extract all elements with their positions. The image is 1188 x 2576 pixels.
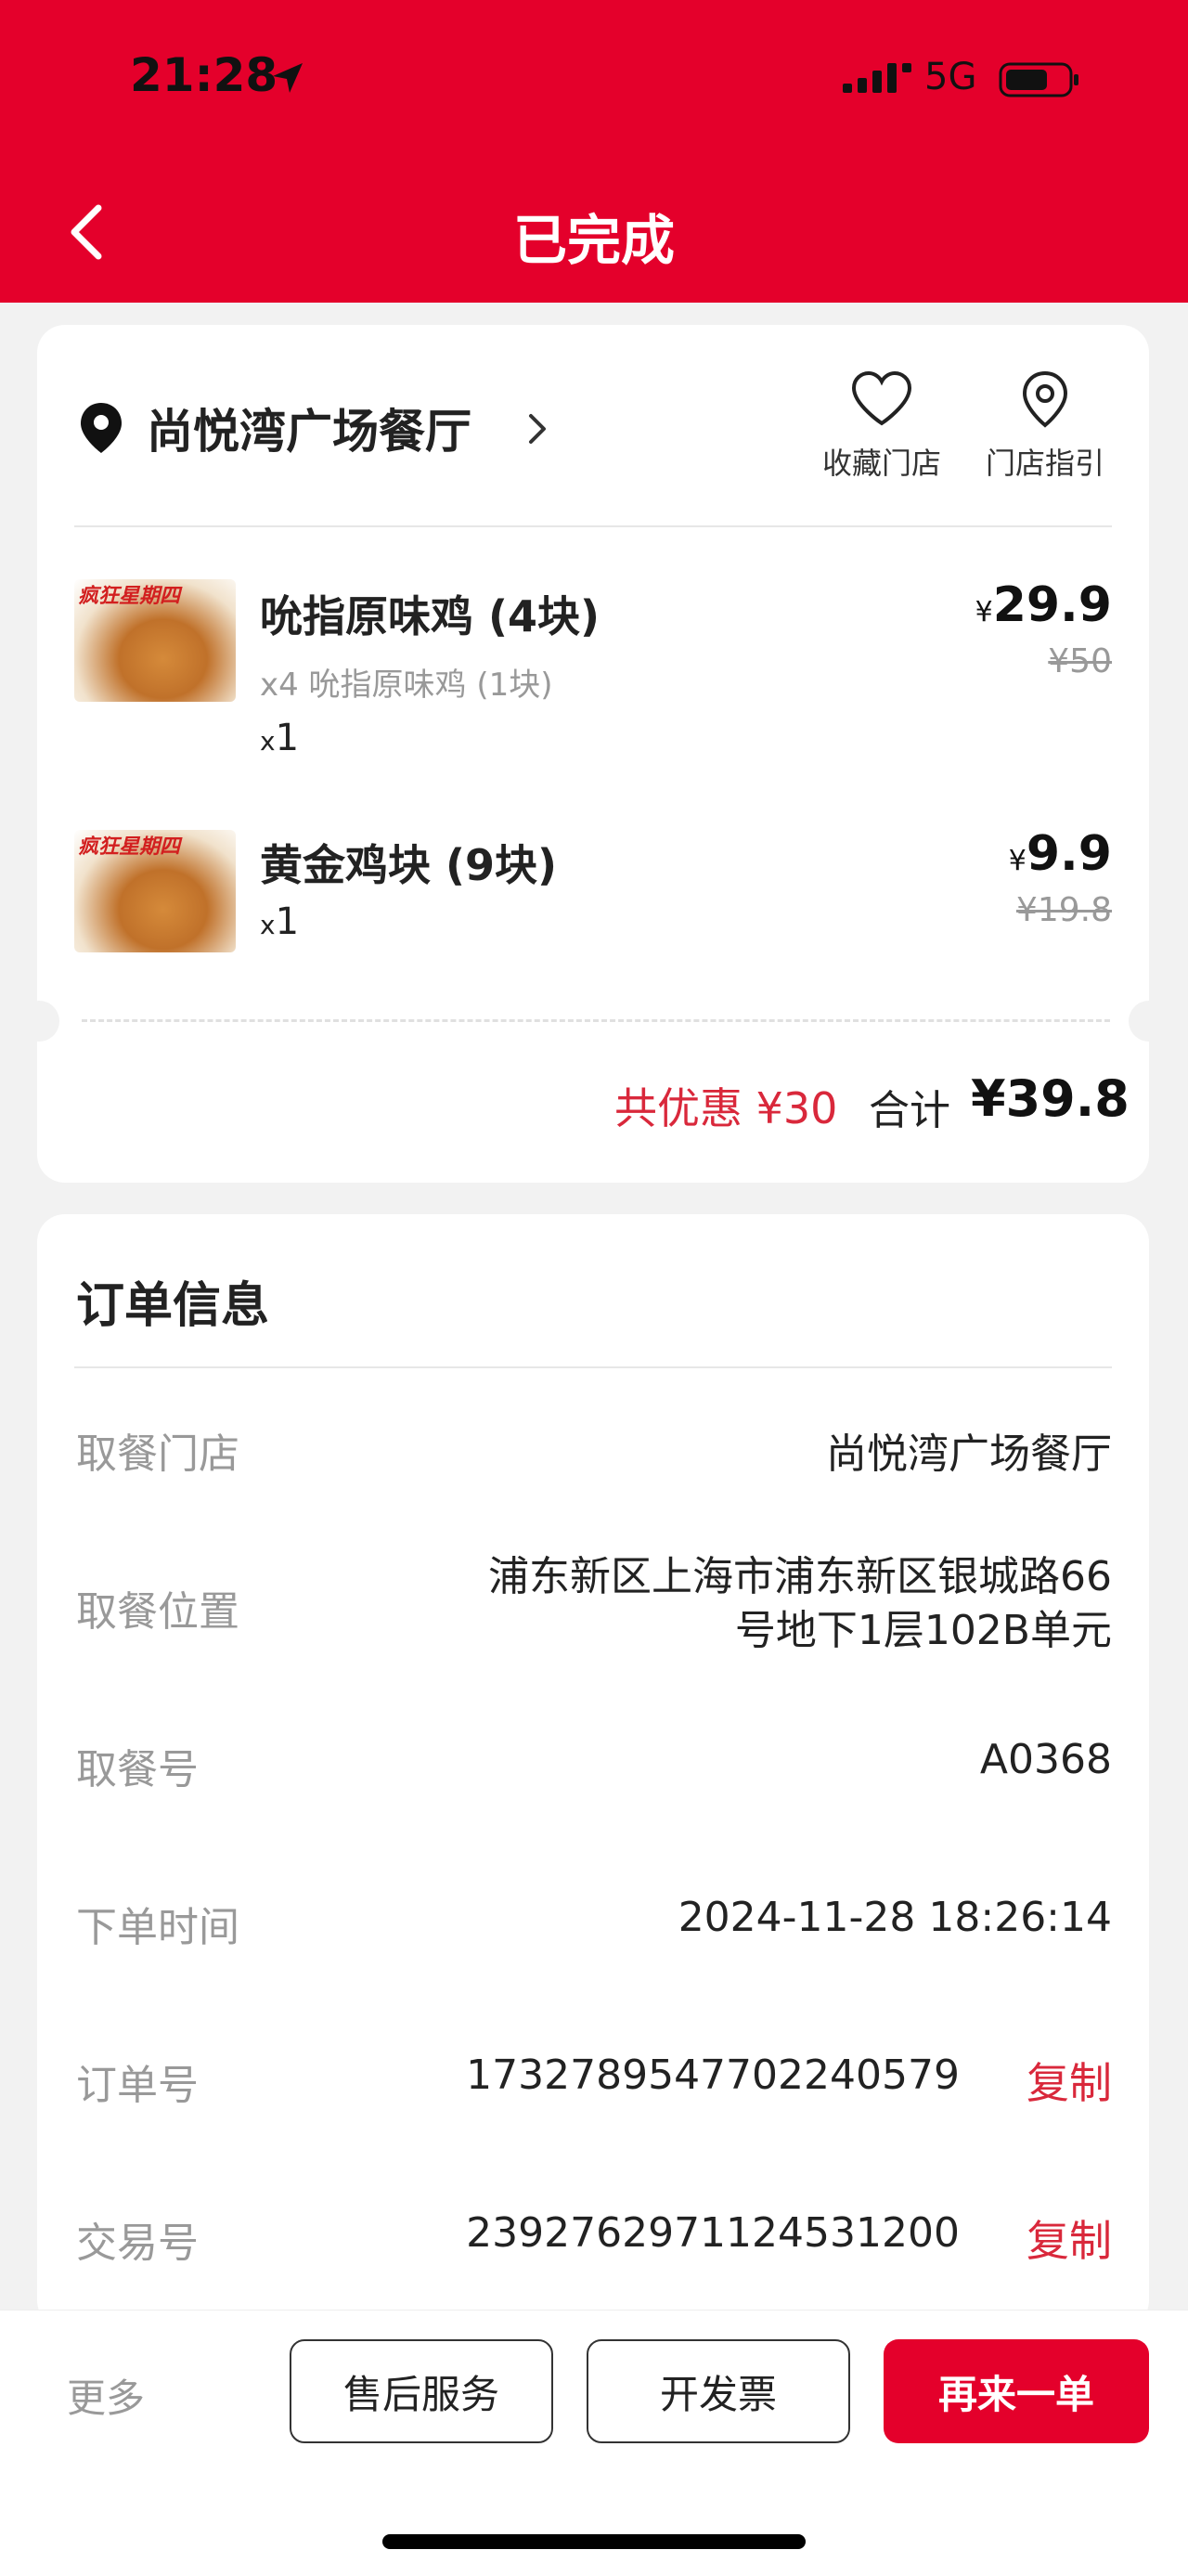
quantity-prefix: x [260, 910, 276, 940]
item-name: 吮指原味鸡 (4块) [260, 591, 600, 641]
store-name[interactable]: 尚悦湾广场餐厅 [147, 395, 471, 461]
favorite-store-label: 收藏门店 [821, 446, 941, 481]
quantity-value: 1 [275, 717, 300, 759]
quantity-value: 1 [275, 900, 300, 943]
order-number-value: 1732789547702240579 [466, 2052, 960, 2099]
product-image: 疯狂星期四 [74, 579, 236, 702]
pickup-location-line1: 浦东新区上海市浦东新区银城路66 [488, 1553, 1112, 1600]
signal-icon [843, 63, 911, 93]
battery-icon [999, 62, 1078, 97]
reorder-button[interactable]: 再来一单 [884, 2339, 1149, 2443]
copy-transaction-number-button[interactable]: 复制 [1027, 2207, 1112, 2269]
store-guide-button[interactable]: 门店指引 [980, 369, 1110, 483]
dashed-divider [82, 1019, 1110, 1022]
location-arrow-icon [273, 63, 303, 93]
divider [74, 1366, 1112, 1368]
heart-icon [851, 370, 912, 426]
pickup-location-line2: 号地下1层102B单元 [734, 1607, 1112, 1654]
network-type: 5G [924, 56, 977, 98]
pickup-store-label: 取餐门店 [76, 1430, 239, 1478]
home-indicator[interactable] [382, 2534, 806, 2549]
page-title: 已完成 [512, 209, 675, 272]
total-amount: ¥39.8 [971, 1069, 1130, 1128]
item-quantity: x1 [260, 717, 299, 759]
order-time-value: 2024-11-28 18:26:14 [678, 1894, 1112, 1941]
status-time: 21:28 [130, 48, 278, 102]
discount-total: 共优惠 ¥30 [614, 1083, 838, 1133]
store-guide-label: 门店指引 [985, 446, 1104, 481]
order-time-label: 下单时间 [76, 1904, 239, 1951]
copy-order-number-button[interactable]: 复制 [1027, 2050, 1112, 2111]
map-pin-icon [1022, 370, 1068, 428]
item-original-price: ¥19.8 [1015, 891, 1112, 929]
transaction-number-label: 交易号 [76, 2220, 199, 2267]
item-price: ¥29.9 [975, 577, 1112, 633]
item-price: ¥9.9 [1009, 826, 1112, 882]
item-original-price: ¥50 [1048, 642, 1112, 680]
order-info-title: 订单信息 [76, 1278, 270, 1334]
product-image: 疯狂星期四 [74, 830, 236, 952]
item-name: 黄金鸡块 (9块) [260, 840, 558, 890]
pickup-number-label: 取餐号 [76, 1746, 199, 1793]
pickup-store-value: 尚悦湾广场餐厅 [826, 1430, 1112, 1478]
after-sales-button[interactable]: 售后服务 [290, 2339, 553, 2443]
item-subtext: x4 吮指原味鸡 (1块) [260, 667, 553, 704]
chevron-right-icon[interactable] [525, 412, 549, 446]
pickup-number-value: A0368 [979, 1736, 1112, 1783]
order-number-label: 订单号 [76, 2062, 199, 2109]
location-pin-icon [81, 403, 122, 453]
price-value: 29.9 [992, 577, 1112, 633]
perforation-notch [19, 1001, 59, 1042]
pickup-location-label: 取餐位置 [76, 1588, 239, 1636]
promo-banner: 疯狂星期四 [78, 835, 181, 859]
price-value: 9.9 [1026, 826, 1112, 882]
transaction-number-value: 2392762971124531200 [466, 2209, 960, 2257]
total-label: 合计 [869, 1087, 950, 1134]
quantity-prefix: x [260, 726, 276, 757]
more-button[interactable]: 更多 [67, 2367, 145, 2424]
currency-symbol: ¥ [1008, 845, 1027, 877]
promo-banner: 疯狂星期四 [78, 585, 181, 608]
invoice-button[interactable]: 开发票 [587, 2339, 850, 2443]
currency-symbol: ¥ [975, 596, 993, 628]
divider [74, 525, 1112, 527]
pickup-location-value: 浦东新区上海市浦东新区银城路66 号地下1层102B单元 [488, 1550, 1112, 1658]
perforation-notch [1129, 1001, 1169, 1042]
item-quantity: x1 [260, 900, 299, 943]
favorite-store-button[interactable]: 收藏门店 [817, 369, 947, 483]
